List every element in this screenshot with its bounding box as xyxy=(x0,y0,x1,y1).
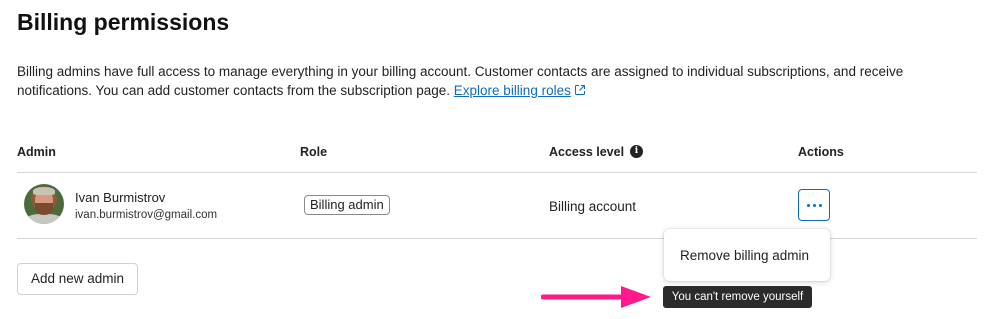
column-header-actions: Actions xyxy=(798,145,844,159)
row-divider xyxy=(17,238,977,239)
info-icon[interactable]: i xyxy=(630,145,643,158)
access-level-value: Billing account xyxy=(549,199,637,214)
avatar xyxy=(24,184,64,224)
more-horizontal-icon xyxy=(806,203,810,207)
admin-name: Ivan Burmistrov xyxy=(75,190,166,205)
admin-email: ivan.burmistrov@gmail.com xyxy=(75,209,218,221)
header-divider xyxy=(17,172,977,173)
page-description: Billing admins have full access to manag… xyxy=(17,62,957,101)
column-header-access-level: Access level xyxy=(549,145,625,159)
more-actions-button[interactable] xyxy=(798,189,830,221)
tooltip: You can't remove yourself xyxy=(663,286,812,308)
external-link-icon[interactable] xyxy=(574,82,586,101)
role-badge: Billing admin xyxy=(304,195,390,215)
explore-billing-roles-link[interactable]: Explore billing roles xyxy=(454,83,571,98)
actions-context-menu: Remove billing admin xyxy=(664,229,830,281)
arrow-annotation-icon xyxy=(541,286,651,308)
column-header-role: Role xyxy=(300,145,328,159)
page-title: Billing permissions xyxy=(17,9,230,35)
column-header-admin: Admin xyxy=(17,145,56,159)
add-new-admin-button[interactable]: Add new admin xyxy=(17,263,138,295)
remove-billing-admin-menu-item[interactable]: Remove billing admin xyxy=(680,248,809,263)
